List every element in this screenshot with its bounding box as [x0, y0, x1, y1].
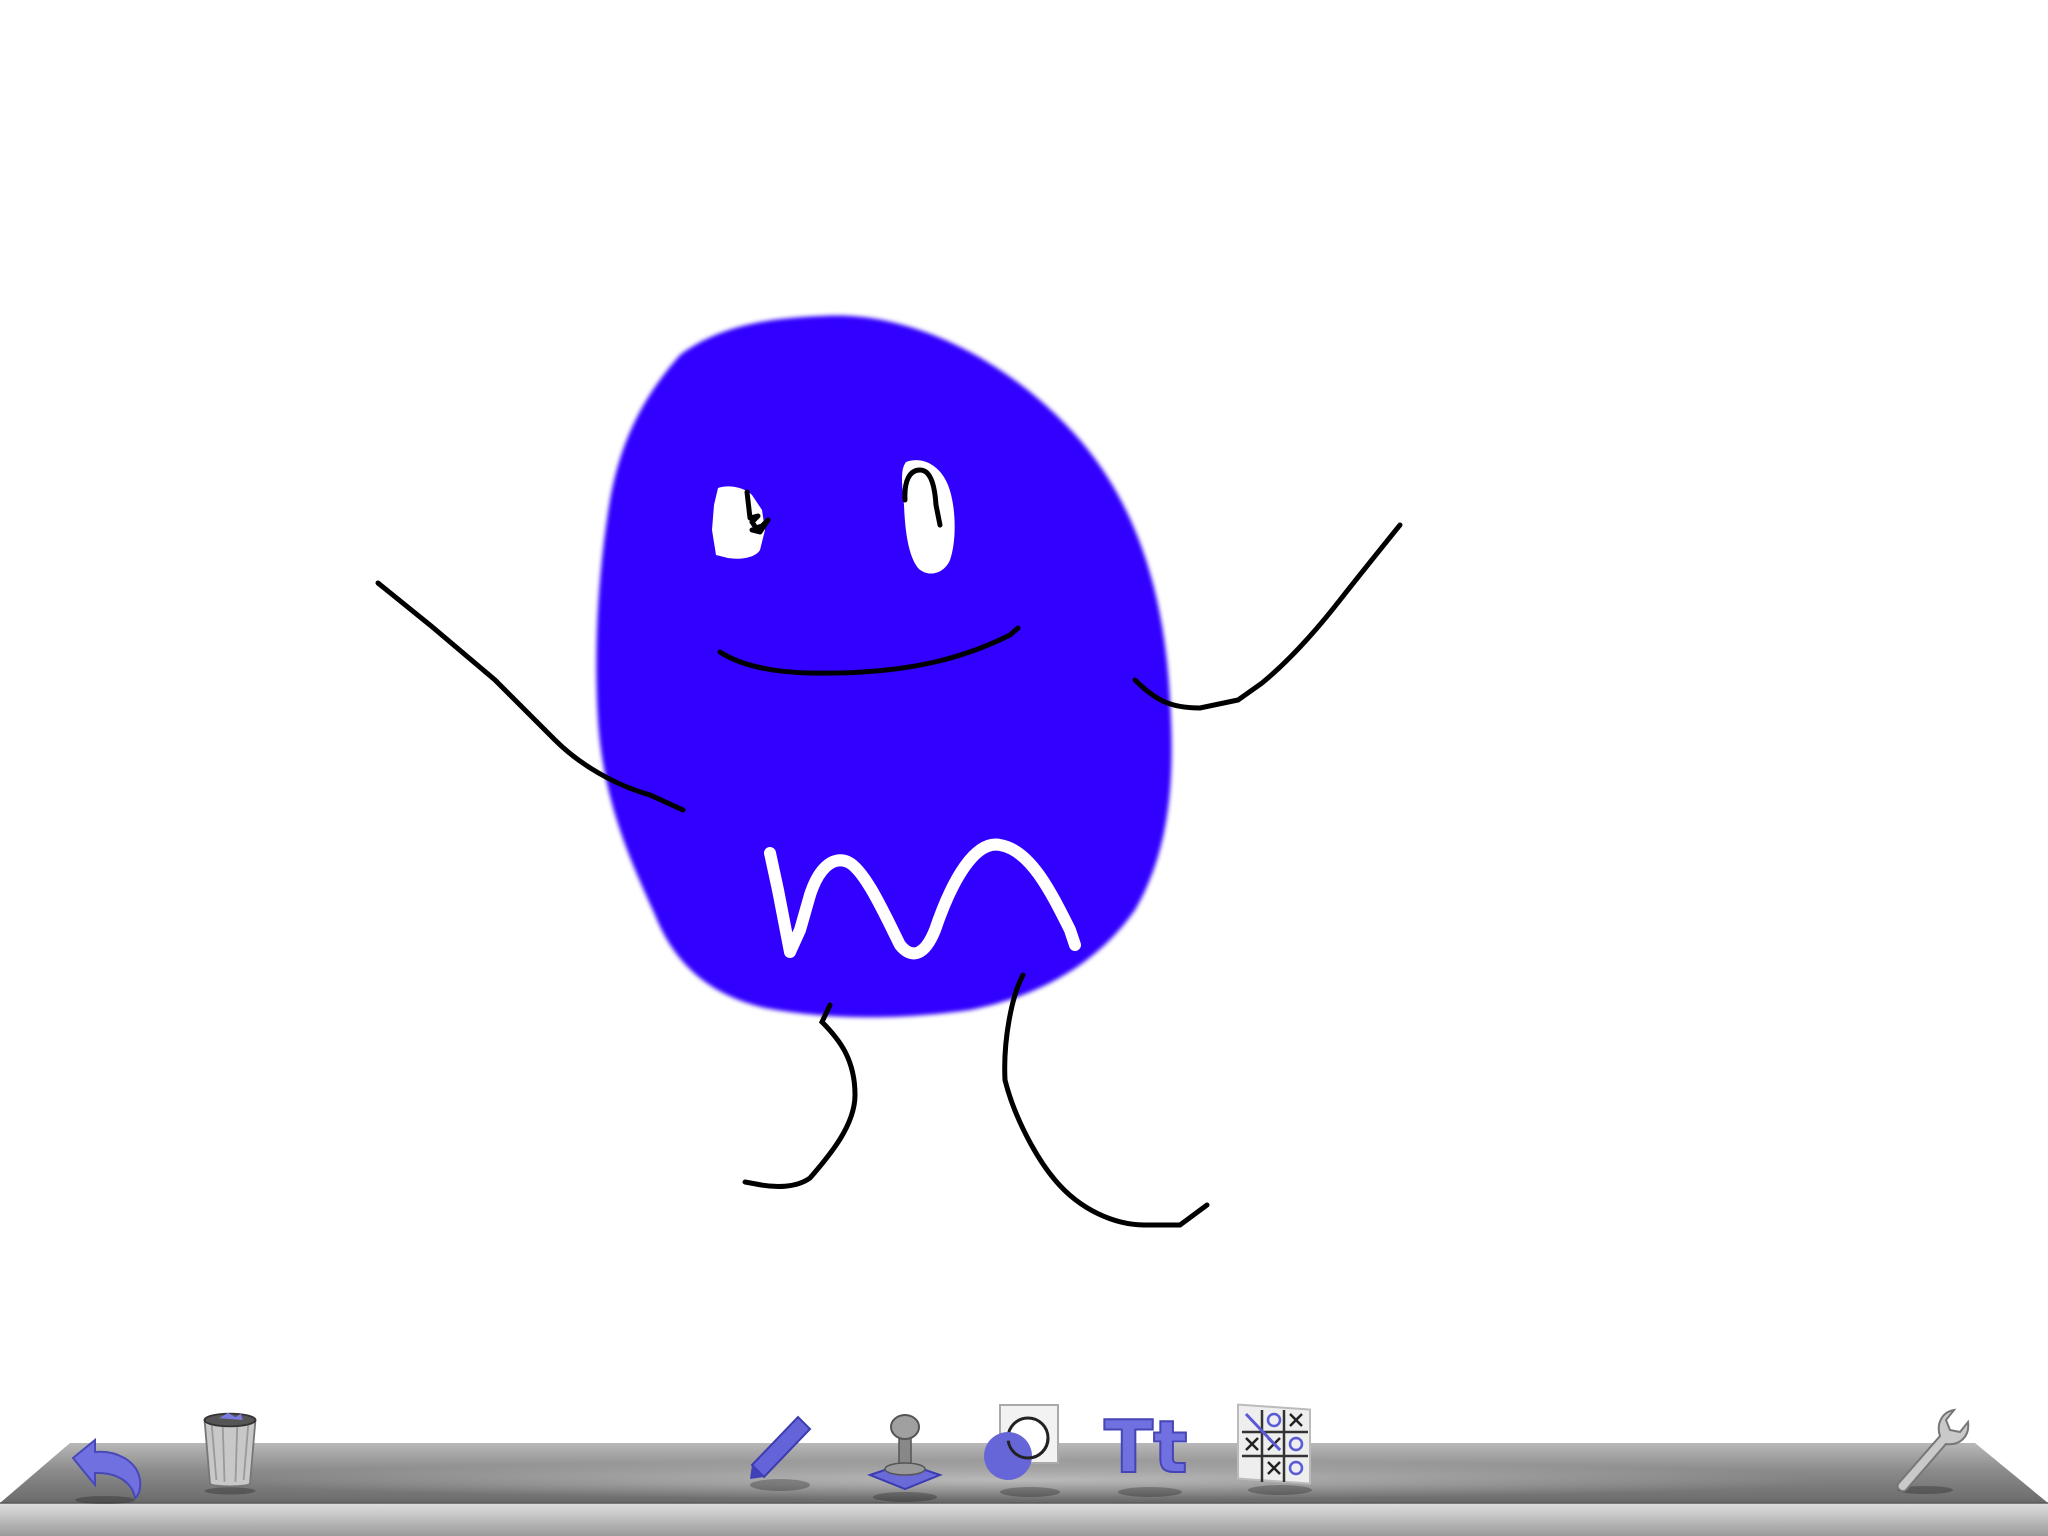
text-tool-button[interactable]: Tt — [1100, 1400, 1200, 1500]
background-color-icon — [984, 1404, 1060, 1497]
background-tool-button[interactable] — [980, 1400, 1080, 1500]
stamp-icon — [867, 1414, 943, 1502]
trash-can-icon — [203, 1412, 257, 1495]
undo-button[interactable] — [55, 1410, 155, 1510]
text-tool-icon: Tt — [1103, 1404, 1189, 1497]
right-arm — [1132, 522, 1403, 711]
wrench-icon — [1896, 1408, 1970, 1494]
right-leg — [1002, 972, 1210, 1228]
stamp-tool-button[interactable] — [855, 1405, 955, 1505]
settings-button[interactable] — [1880, 1400, 1980, 1500]
left-leg — [742, 1002, 858, 1189]
text-tool-label: Tt — [1104, 1405, 1188, 1489]
tic-tac-toe-icon — [1237, 1403, 1312, 1495]
drawing-app: Tt — [0, 0, 2048, 1536]
drawing-canvas[interactable] — [0, 0, 2048, 1430]
game-tool-button[interactable] — [1230, 1398, 1330, 1498]
pen-tool-button[interactable] — [730, 1395, 830, 1495]
undo-arrow-icon — [71, 1437, 142, 1504]
doodle-character — [375, 315, 1403, 1228]
trash-button[interactable] — [180, 1400, 280, 1500]
marker-pen-icon — [750, 1415, 812, 1491]
